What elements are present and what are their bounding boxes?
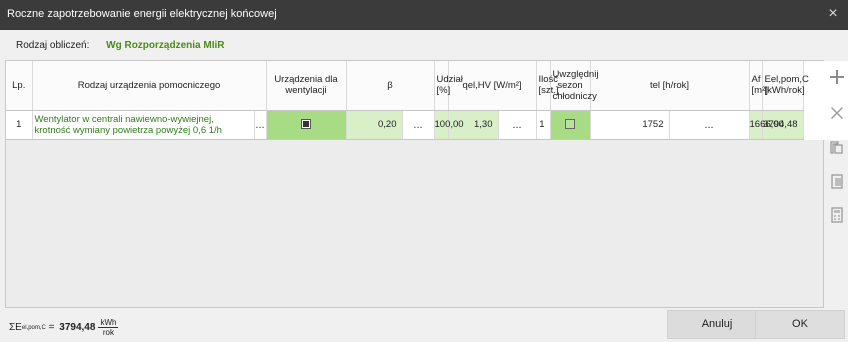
- calculator-icon[interactable]: [828, 207, 846, 225]
- delete-icon[interactable]: [828, 105, 846, 123]
- window-title: Roczne zapotrzebowanie energii elektrycz…: [7, 8, 277, 20]
- paste-icon[interactable]: [828, 173, 846, 191]
- qel-browse-button[interactable]: ...: [498, 110, 537, 140]
- table-header-row: Lp. Rodzaj urządzenia pomocniczego Urząd…: [6, 61, 848, 111]
- table-row[interactable]: 1 Wentylator w centrali nawiewno-wywiejn…: [6, 110, 848, 140]
- energy-sum: ΣE el,pom,C = 3794,48 kWh rok: [9, 318, 119, 337]
- calc-type-value[interactable]: Wg Rozporządzenia MIiR: [106, 40, 224, 51]
- cell-device[interactable]: Wentylator w centrali nawiewno-wywiejnej…: [32, 110, 255, 140]
- close-icon[interactable]: ×: [824, 5, 842, 23]
- grid-empty-area: [6, 140, 823, 307]
- cancel-button[interactable]: Anuluj: [667, 310, 767, 339]
- col-af: Af [m²]: [749, 61, 768, 111]
- cell-lp: 1: [6, 110, 33, 140]
- col-qel: qel,HV [W/m²]: [448, 61, 537, 111]
- col-lp: Lp.: [6, 61, 33, 111]
- calc-type-label: Rodzaj obliczeń:: [16, 40, 90, 51]
- devices-table: Lp. Rodzaj urządzenia pomocniczego Urząd…: [6, 61, 848, 140]
- sum-value: 3794,48: [59, 322, 96, 333]
- sum-unit: kWh rok: [98, 318, 119, 337]
- unit-denominator: rok: [102, 328, 114, 337]
- col-beta: β: [346, 61, 435, 111]
- cell-beta[interactable]: 0,20: [346, 110, 403, 140]
- unit-numerator: kWh: [98, 318, 119, 328]
- cell-eel: 3794,48: [762, 110, 804, 140]
- sum-eq: =: [45, 322, 58, 333]
- device-browse-button[interactable]: ...: [254, 110, 267, 140]
- cell-vent[interactable]: [266, 110, 347, 140]
- col-eel: Eel,pom,C [kWh/rok]: [762, 61, 809, 111]
- calc-type-row: Rodzaj obliczeń: Wg Rozporządzenia MIiR: [16, 40, 225, 51]
- copy-icon[interactable]: [828, 139, 846, 157]
- cell-count[interactable]: 1: [536, 110, 551, 140]
- device-line-1: Wentylator w centrali nawiewno-wywiejnej…: [34, 113, 214, 125]
- season-checkbox[interactable]: [565, 119, 575, 130]
- add-icon[interactable]: [828, 69, 846, 87]
- cell-season[interactable]: [550, 110, 591, 140]
- title-bar: Roczne zapotrzebowanie energii elektrycz…: [0, 0, 848, 30]
- vent-checkbox[interactable]: [301, 119, 311, 130]
- col-share: Udział [%]: [434, 61, 463, 111]
- cell-af[interactable]: 1666,00: [749, 110, 784, 140]
- cell-share[interactable]: 100,00: [434, 110, 464, 140]
- tel-browse-button[interactable]: ...: [669, 110, 750, 140]
- device-line-2: krotność wymiany powietrza powyżej 0,6 1…: [34, 124, 222, 136]
- sum-symbol: ΣE: [9, 322, 22, 333]
- col-tel: tel [h/rok]: [590, 61, 750, 111]
- beta-browse-button[interactable]: ...: [402, 110, 435, 140]
- sum-subscript: el,pom,C: [21, 324, 46, 331]
- ok-button[interactable]: OK: [755, 310, 845, 339]
- devices-grid: Lp. Rodzaj urządzenia pomocniczego Urząd…: [5, 60, 848, 308]
- col-count: Ilość [szt.]: [536, 61, 559, 111]
- cell-tel[interactable]: 1752: [590, 110, 670, 140]
- col-device: Rodzaj urządzenia pomocniczego: [32, 61, 267, 111]
- col-vent: Urządzenia dla wentylacji: [266, 61, 347, 111]
